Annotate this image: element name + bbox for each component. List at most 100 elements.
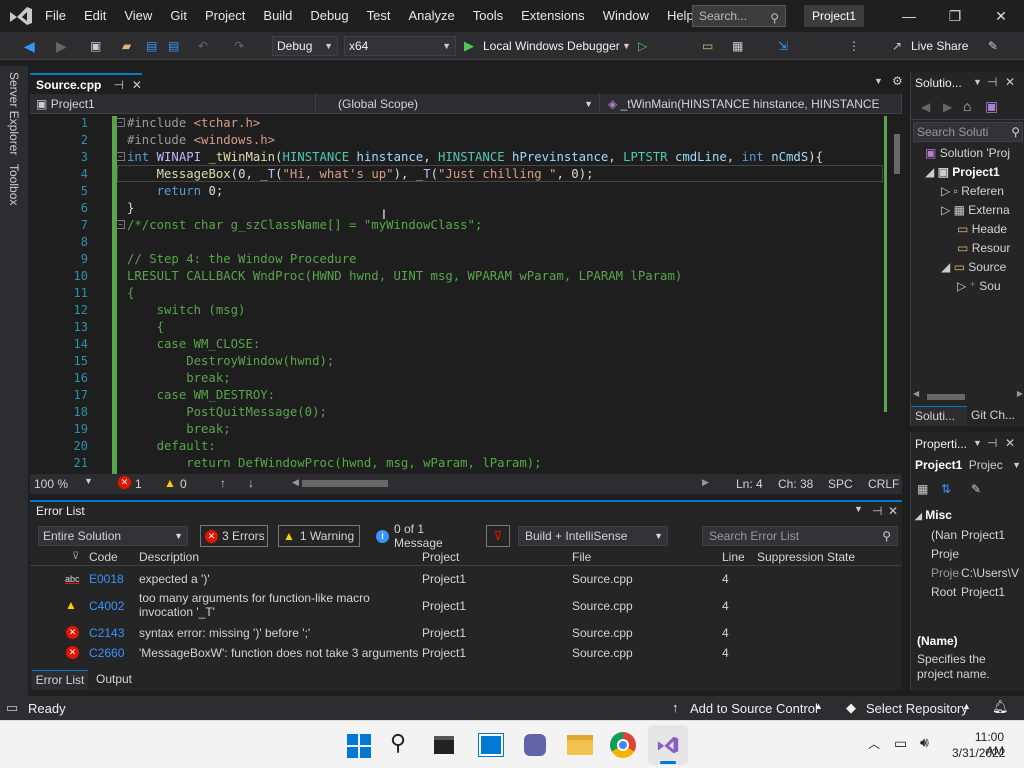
spacing-indicator[interactable]: SPC bbox=[828, 477, 853, 491]
settings-icon[interactable]: ⚙ bbox=[892, 74, 903, 88]
server-explorer-tab[interactable]: Server Explorer bbox=[7, 72, 21, 155]
menu-tools[interactable]: Tools bbox=[464, 0, 512, 32]
scroll-left-icon[interactable]: ◀ bbox=[292, 477, 299, 488]
scroll-thumb[interactable] bbox=[927, 394, 965, 400]
start-without-debug-icon[interactable]: ▷ bbox=[638, 37, 647, 55]
pin-icon[interactable]: ⊣ bbox=[872, 504, 882, 518]
save-icon[interactable]: ▤ bbox=[146, 37, 157, 55]
line-ending-indicator[interactable]: CRLF bbox=[868, 477, 899, 491]
member-dropdown[interactable]: ◈ _tWinMain(HINSTANCE hinstance, HINSTAN… bbox=[602, 94, 902, 114]
error-code-link[interactable]: C2143 bbox=[89, 626, 124, 640]
project-nav-dropdown[interactable]: ▣ Project1 bbox=[30, 94, 316, 114]
widgets-icon[interactable] bbox=[478, 733, 504, 757]
zoom-level[interactable]: 100 % bbox=[34, 477, 68, 491]
scope-dropdown[interactable]: (Global Scope) ▼ bbox=[320, 94, 600, 114]
tab-error-list[interactable]: Error List bbox=[32, 670, 88, 690]
close-panel-icon[interactable]: ✕ bbox=[1005, 436, 1015, 450]
search-input[interactable]: Search... ⚲ bbox=[692, 5, 786, 27]
volume-icon[interactable]: 🔊︎ bbox=[920, 734, 929, 751]
tree-item-source-cpp[interactable]: ▷ ⁺ Sou bbox=[957, 279, 1001, 293]
chevron-up-icon[interactable]: ▲ bbox=[962, 701, 971, 711]
new-project-icon[interactable]: ▣ bbox=[90, 37, 101, 55]
line-indicator[interactable]: Ln: 4 bbox=[736, 477, 763, 491]
tree-item-source-files[interactable]: ◢ ▭ Source bbox=[941, 260, 1006, 274]
add-source-control-button[interactable]: Add to Source Control bbox=[690, 701, 818, 716]
tree-item-resource-files[interactable]: ▭ Resour bbox=[957, 241, 1010, 255]
build-filter-dropdown[interactable]: Build + IntelliSense ▼ bbox=[518, 526, 668, 546]
object-selector[interactable]: Project1 Projec ▼ bbox=[915, 458, 1023, 476]
collapse-icon[interactable]: − bbox=[116, 152, 125, 161]
forward-icon[interactable]: ▶ bbox=[56, 37, 67, 55]
menu-project[interactable]: Project bbox=[196, 0, 254, 32]
tab-output[interactable]: Output bbox=[90, 670, 138, 690]
error-code-link[interactable]: C4002 bbox=[89, 599, 124, 613]
chevron-down-icon[interactable]: ▼ bbox=[973, 438, 982, 448]
scroll-right-icon[interactable]: ▶ bbox=[702, 477, 709, 488]
property-name[interactable]: Proje bbox=[931, 547, 959, 561]
menu-analyze[interactable]: Analyze bbox=[399, 0, 463, 32]
pin-icon[interactable]: ⊣ bbox=[113, 78, 123, 92]
close-window-button[interactable]: ✕ bbox=[978, 0, 1024, 32]
property-name[interactable]: (Nan bbox=[931, 528, 957, 542]
solution-search-input[interactable]: Search Soluti ⚲ bbox=[913, 122, 1023, 142]
chrome-icon[interactable] bbox=[610, 732, 636, 758]
layout-icon[interactable]: ▦ bbox=[732, 37, 743, 55]
close-panel-icon[interactable]: ✕ bbox=[888, 504, 898, 518]
column-chooser-icon[interactable]: ⊽ bbox=[72, 548, 79, 566]
chevron-down-icon[interactable]: ▼ bbox=[84, 476, 93, 486]
alphabetical-icon[interactable]: ⇅ bbox=[941, 482, 951, 496]
tree-item-references[interactable]: ▷ ▫ Referen bbox=[941, 184, 1004, 198]
warning-count[interactable]: 0 bbox=[180, 477, 187, 491]
tab-source-cpp[interactable]: Source.cpp ⊣ ✕ bbox=[30, 73, 142, 94]
notification-bell-icon[interactable]: 🔔︎ bbox=[992, 699, 1009, 715]
scroll-right-icon[interactable]: ▶ bbox=[1017, 389, 1023, 398]
chevron-up-icon[interactable]: ︿ bbox=[868, 735, 880, 752]
menu-view[interactable]: View bbox=[115, 0, 161, 32]
file-explorer-icon[interactable] bbox=[567, 735, 593, 755]
menu-edit[interactable]: Edit bbox=[75, 0, 115, 32]
column-project[interactable]: Project bbox=[422, 548, 459, 566]
step-icon[interactable]: ⇲ bbox=[778, 37, 788, 55]
live-share-icon[interactable]: ↗ bbox=[892, 37, 902, 55]
arrow-down-icon[interactable]: ↓ bbox=[248, 476, 254, 490]
collapse-icon[interactable]: − bbox=[116, 118, 125, 127]
redo-icon[interactable]: ↷ bbox=[234, 37, 244, 55]
teams-chat-icon[interactable] bbox=[524, 734, 546, 756]
categorized-icon[interactable]: ▦ bbox=[917, 482, 928, 496]
toolbox-tab[interactable]: Toolbox bbox=[7, 164, 21, 205]
project-name-badge[interactable]: Project1 bbox=[804, 5, 864, 27]
switch-views-icon[interactable]: ▣ bbox=[985, 98, 998, 115]
menu-test[interactable]: Test bbox=[358, 0, 400, 32]
property-name[interactable]: Proje bbox=[931, 566, 959, 580]
menu-file[interactable]: File bbox=[36, 0, 75, 32]
collapse-icon[interactable]: − bbox=[116, 220, 125, 229]
forward-icon[interactable]: ▶ bbox=[943, 100, 952, 114]
column-code[interactable]: Code bbox=[89, 548, 118, 566]
chevron-up-icon[interactable]: ▲ bbox=[814, 701, 823, 711]
chevron-down-icon[interactable]: ▼ bbox=[854, 504, 863, 514]
run-target-button[interactable]: Local Windows Debugger bbox=[483, 37, 620, 55]
scope-dropdown[interactable]: Entire Solution ▼ bbox=[38, 526, 188, 546]
home-icon[interactable]: ⌂ bbox=[963, 98, 971, 114]
column-line[interactable]: Line bbox=[722, 548, 745, 566]
menu-window[interactable]: Window bbox=[594, 0, 658, 32]
messages-filter-button[interactable]: i 0 of 1 Message bbox=[372, 522, 476, 550]
error-code-link[interactable]: E0018 bbox=[89, 572, 124, 586]
property-value[interactable]: Project1 bbox=[961, 528, 1005, 542]
menu-debug[interactable]: Debug bbox=[301, 0, 357, 32]
property-name[interactable]: Root bbox=[931, 585, 956, 599]
platform-dropdown[interactable]: x64 ▼ bbox=[344, 36, 456, 56]
back-icon[interactable]: ◀ bbox=[921, 100, 930, 114]
tree-item-solution[interactable]: ▣ Solution 'Proj bbox=[925, 146, 1010, 160]
restore-button[interactable]: ❐ bbox=[932, 0, 978, 32]
select-repository-button[interactable]: Select Repository bbox=[866, 701, 968, 716]
undo-icon[interactable]: ↶ bbox=[198, 37, 208, 55]
search-icon[interactable]: ⚲ bbox=[390, 730, 406, 756]
tab-list-icon[interactable]: ▼ bbox=[874, 76, 883, 86]
clock-date[interactable]: 3/31/2022 bbox=[952, 746, 1005, 760]
scroll-left-icon[interactable]: ◀ bbox=[913, 389, 919, 398]
visual-studio-taskbar-button[interactable] bbox=[648, 725, 688, 765]
tree-item-external[interactable]: ▷ ▦ Externa bbox=[941, 203, 1010, 217]
error-code-link[interactable]: C2660 bbox=[89, 646, 124, 660]
filter-icon[interactable]: ⊽ bbox=[486, 525, 510, 547]
